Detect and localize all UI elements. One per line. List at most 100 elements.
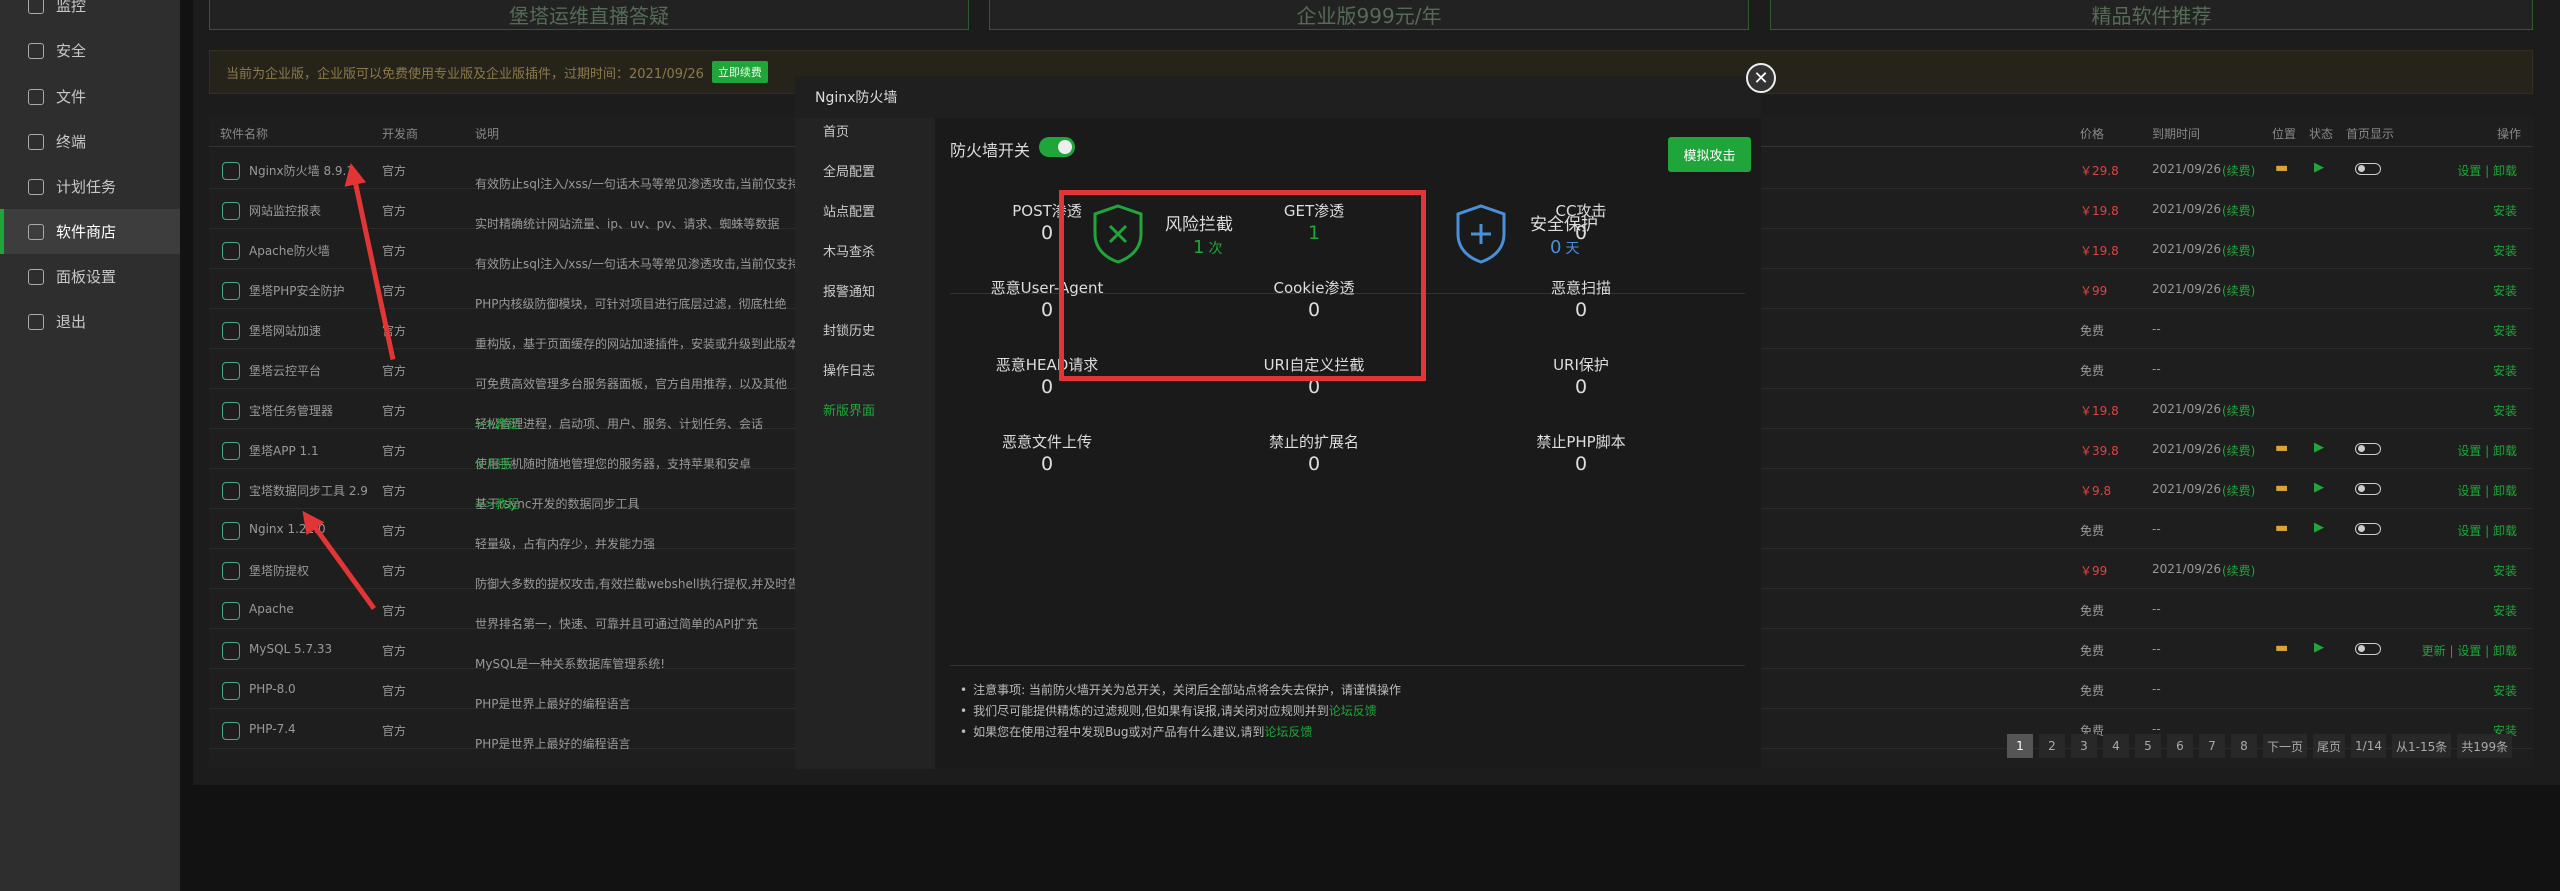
close-icon[interactable]: ✕ [1746,63,1776,93]
software-name[interactable]: 宝塔数据同步工具 2.9 [249,482,368,499]
row-actions[interactable]: 安装 [2493,602,2517,619]
folder-icon[interactable]: ▬ [2275,440,2288,456]
sidebar-item-7[interactable]: 退出 [0,299,180,344]
software-name[interactable]: Apache防火墙 [249,242,330,259]
software-price: ￥9.8 [2080,484,2112,498]
play-icon[interactable]: ▶ [2314,440,2324,455]
renew-link[interactable]: (续费) [2222,282,2255,299]
software-dev: 官方 [382,364,407,378]
software-name[interactable]: 堡塔网站加速 [249,322,321,339]
software-icon [222,482,240,500]
row-actions[interactable]: 安装 [2493,202,2517,219]
software-name[interactable]: 堡塔云控平台 [249,362,321,379]
page-button[interactable]: 8 [2231,734,2257,758]
sidebar-item-5[interactable]: 软件商店 [0,209,180,254]
top-card-live[interactable]: 堡塔运维直播答疑 [209,0,969,30]
row-actions[interactable]: 设置 | 卸载 [2457,162,2517,179]
firewall-menu-item[interactable]: 操作日志 [823,360,875,379]
renew-link[interactable]: (续费) [2222,562,2255,579]
sidebar-item-label: 退出 [56,313,87,331]
sidebar-item-2[interactable]: 文件 [0,74,180,119]
page-button[interactable]: 4 [2103,734,2129,758]
software-dev: 官方 [382,524,407,538]
pager-next[interactable]: 下一页 [2263,734,2308,758]
software-icon [222,682,240,700]
software-name[interactable]: 网站监控报表 [249,202,321,219]
top-card-enterprise[interactable]: 企业版999元/年 [989,0,1749,30]
forum-feedback-link[interactable]: 论坛反馈 [1329,704,1377,718]
sidebar-item-3[interactable]: 终端 [0,119,180,164]
folder-icon[interactable]: ▬ [2275,160,2288,176]
row-actions[interactable]: 安装 [2493,562,2517,579]
page-button[interactable]: 2 [2039,734,2065,758]
sidebar-item-6[interactable]: 面板设置 [0,254,180,299]
simulate-attack-button[interactable]: 模拟攻击 [1668,137,1751,172]
software-name[interactable]: 堡塔PHP安全防护 [249,282,345,299]
renew-button[interactable]: 立即续费 [711,61,768,83]
play-icon[interactable]: ▶ [2314,520,2324,535]
renew-link[interactable]: (续费) [2222,402,2255,419]
pager-last[interactable]: 尾页 [2313,734,2346,758]
note-text: 如果您在使用过程中发现Bug或对产品有什么建议,请到 [973,725,1265,739]
row-actions[interactable]: 更新 | 设置 | 卸载 [2422,642,2517,659]
software-name[interactable]: 宝塔任务管理器 [249,402,333,419]
row-actions[interactable]: 安装 [2493,402,2517,419]
play-icon[interactable]: ▶ [2314,480,2324,495]
home-display-toggle[interactable] [2355,483,2381,495]
software-name[interactable]: 堡塔防提权 [249,562,309,579]
software-name[interactable]: MySQL 5.7.33 [249,642,332,656]
software-expire: 2021/09/26 [2152,202,2222,216]
renew-link[interactable]: (续费) [2222,442,2255,459]
page-button[interactable]: 6 [2167,734,2193,758]
software-name[interactable]: 堡塔APP 1.1 [249,442,319,459]
folder-icon[interactable]: ▬ [2275,520,2288,536]
renew-link[interactable]: (续费) [2222,162,2255,179]
renew-link[interactable]: (续费) [2222,202,2255,219]
software-name[interactable]: PHP-8.0 [249,682,296,696]
firewall-menu-item[interactable]: 封锁历史 [823,320,875,339]
firewall-menu-item[interactable]: 报警通知 [823,281,875,300]
note-text: 注意事项: 当前防火墙开关为总开关，关闭后全部站点将会失去保护，请谨慎操作 [973,683,1401,697]
row-actions[interactable]: 设置 | 卸载 [2457,482,2517,499]
row-actions[interactable]: 安装 [2493,362,2517,379]
sidebar-item-label: 计划任务 [56,178,117,196]
row-actions[interactable]: 安装 [2493,322,2517,339]
row-actions[interactable]: 安装 [2493,242,2517,259]
sidebar-item-4[interactable]: 计划任务 [0,164,180,209]
software-dev: 官方 [382,684,407,698]
firewall-menu-item[interactable]: 新版界面 [823,400,875,419]
play-icon[interactable]: ▶ [2314,640,2324,655]
page-button[interactable]: 3 [2071,734,2097,758]
sidebar-item-0[interactable]: 监控 [0,0,180,28]
software-name[interactable]: Apache [249,602,294,616]
renew-link[interactable]: (续费) [2222,242,2255,259]
home-display-toggle[interactable] [2355,163,2381,175]
home-display-toggle[interactable] [2355,443,2381,455]
sidebar-item-1[interactable]: 安全 [0,28,180,73]
header-status: 状态 [2309,127,2334,141]
page-button[interactable]: 5 [2135,734,2161,758]
top-card-recommend[interactable]: 精品软件推荐 [1770,0,2533,30]
software-icon [222,282,240,300]
home-display-toggle[interactable] [2355,643,2381,655]
page-button[interactable]: 7 [2199,734,2225,758]
software-name[interactable]: Nginx防火墙 8.9.1 [249,162,354,179]
firewall-menu-item[interactable]: 首页 [823,121,849,140]
firewall-menu-item[interactable]: 全局配置 [823,161,875,180]
stat-value: 0 [1574,376,1588,398]
folder-icon[interactable]: ▬ [2275,480,2288,496]
firewall-menu-item[interactable]: 木马查杀 [823,241,875,260]
folder-icon[interactable]: ▬ [2275,640,2288,656]
page-button[interactable]: 1 [2007,734,2033,758]
forum-feedback-link[interactable]: 论坛反馈 [1264,725,1312,739]
firewall-menu-item[interactable]: 站点配置 [823,201,875,220]
row-actions[interactable]: 安装 [2493,682,2517,699]
firewall-switch[interactable] [1039,137,1075,157]
renew-link[interactable]: (续费) [2222,482,2255,499]
home-display-toggle[interactable] [2355,523,2381,535]
row-actions[interactable]: 设置 | 卸载 [2457,522,2517,539]
play-icon[interactable]: ▶ [2314,160,2324,175]
row-actions[interactable]: 安装 [2493,282,2517,299]
software-name[interactable]: PHP-7.4 [249,722,296,736]
row-actions[interactable]: 设置 | 卸载 [2457,442,2517,459]
